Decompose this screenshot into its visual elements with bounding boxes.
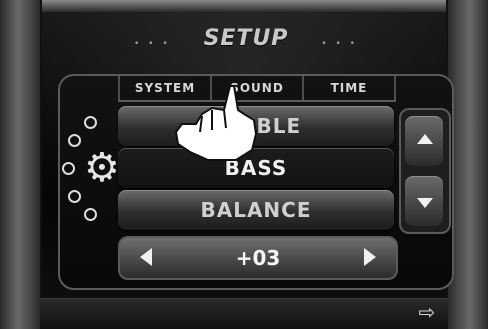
list-item-balance[interactable]: BALANCE [118,190,394,230]
ring-dot [62,162,75,175]
arrow-right-icon[interactable] [364,248,376,266]
tab-time[interactable]: TIME [302,76,396,100]
scroll-controls [399,108,451,234]
ring-dot [68,134,81,147]
scroll-down-button[interactable] [405,176,443,226]
top-bezel [0,0,488,12]
left-bezel [0,0,42,329]
value-adjuster: +03 [118,236,398,280]
setup-screen: • • • SETUP • • • SYSTEM SOUND TIME ⚙ TR… [0,0,488,329]
title-dots-right: • • • [321,39,358,49]
settings-decoration: ⚙ [62,110,120,228]
triangle-down-icon [417,198,433,208]
setting-value: +03 [235,246,281,270]
bottom-bar [40,298,448,329]
ring-dot [84,116,97,129]
hand-pointer-icon [174,85,258,161]
ring-dot [68,190,81,203]
triangle-up-icon [417,134,433,144]
title-bar: • • • SETUP • • • [120,16,372,60]
gear-icon: ⚙ [84,145,120,191]
exit-icon[interactable]: ⇨ [414,300,440,324]
scroll-up-button[interactable] [405,116,443,166]
ring-dot [84,208,97,221]
